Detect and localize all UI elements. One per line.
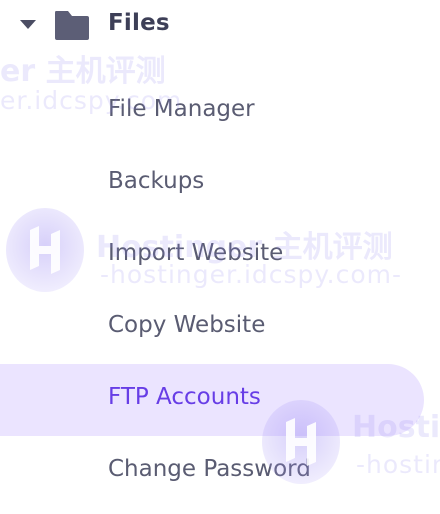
files-section-header[interactable]: Files [0, 0, 440, 50]
menu-item-copy-website[interactable]: Copy Website [0, 292, 440, 364]
menu-item-import-website[interactable]: Import Website [0, 220, 440, 292]
section-title: Files [108, 10, 170, 36]
menu-item-label: Import Website [108, 240, 284, 266]
menu-item-label: File Manager [108, 96, 255, 122]
menu-item-label: Copy Website [108, 312, 266, 338]
menu-item-backups[interactable]: Backups [0, 148, 440, 220]
menu-item-label: Backups [108, 168, 205, 194]
menu-item-file-manager[interactable]: File Manager [0, 76, 440, 148]
menu-item-change-password[interactable]: Change Password [0, 436, 440, 508]
menu-item-label: Change Password [108, 456, 311, 482]
folder-icon [53, 9, 91, 41]
menu-item-label: FTP Accounts [108, 384, 261, 410]
files-menu-panel: Files File Manager Backups Import Websit… [0, 0, 440, 514]
caret-down-icon[interactable] [20, 20, 36, 29]
menu-item-ftp-accounts[interactable]: FTP Accounts [0, 364, 440, 436]
